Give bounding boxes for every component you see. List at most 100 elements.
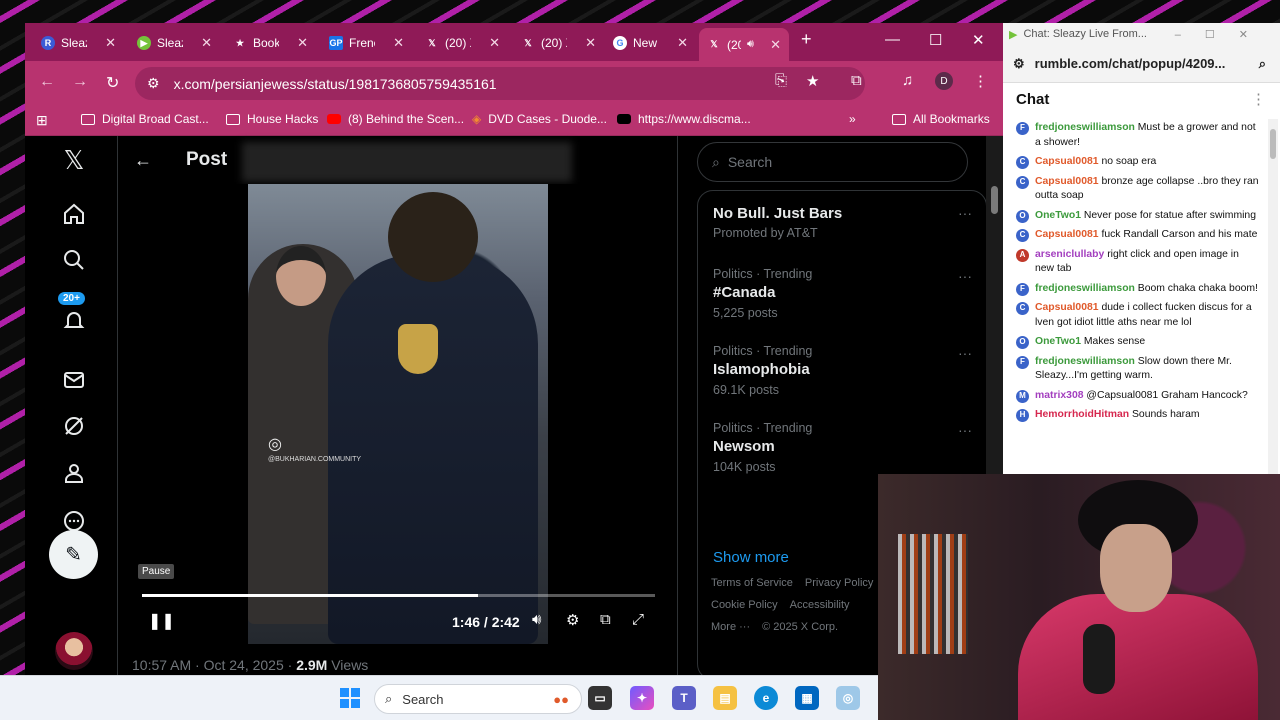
messages-envelope-icon[interactable] bbox=[60, 366, 88, 394]
chat-user-avatar[interactable]: M bbox=[1016, 389, 1029, 403]
tab-2[interactable]: ▶ Sleazy ✕ bbox=[129, 30, 220, 56]
search-input[interactable]: ⌕ Search bbox=[697, 142, 968, 182]
window-controls-icon[interactable]: –☐✕ bbox=[1175, 28, 1272, 41]
tab-8-active[interactable]: 𝕏 (20) X 🔊︎ ✕ bbox=[699, 28, 789, 61]
chat-username[interactable]: fredjoneswilliamson bbox=[1035, 122, 1135, 133]
trend-item[interactable]: Politics · Trending Newsom 104K posts bbox=[713, 421, 812, 474]
store-icon[interactable]: ▦ bbox=[795, 686, 819, 710]
close-tab-icon[interactable]: ✕ bbox=[393, 35, 404, 51]
close-tab-icon[interactable]: ✕ bbox=[489, 35, 500, 51]
close-tab-icon[interactable]: ✕ bbox=[770, 37, 781, 53]
taskbar-search-input[interactable]: ⌕ Search ●● bbox=[374, 684, 582, 714]
scrollbar-thumb[interactable] bbox=[991, 186, 998, 214]
chat-username[interactable]: Capsual0081 bbox=[1035, 176, 1099, 187]
tab-7[interactable]: G New Tab ✕ bbox=[605, 30, 696, 56]
settings-gear-icon[interactable]: ⚙︎ bbox=[566, 611, 579, 629]
trend-item[interactable]: Politics · Trending #Canada 5,225 posts bbox=[713, 267, 812, 320]
chat-user-avatar[interactable]: A bbox=[1016, 248, 1029, 262]
site-info-icon[interactable]: ⚙︎ bbox=[1013, 56, 1025, 72]
reload-icon[interactable]: ↻ bbox=[106, 73, 119, 93]
trend-item[interactable]: Politics · Trending Islamophobia 69.1K p… bbox=[713, 344, 812, 397]
bookmark-folder-digital[interactable]: Digital Broad Cast... bbox=[81, 112, 209, 126]
site-info-icon[interactable]: ⚙︎ bbox=[147, 75, 160, 92]
more-options-icon[interactable]: ··· bbox=[958, 422, 972, 438]
bookmark-star-icon[interactable]: ★ bbox=[806, 72, 819, 90]
more-options-icon[interactable]: ··· bbox=[958, 345, 972, 361]
chat-scrollbar[interactable] bbox=[1268, 119, 1278, 474]
new-tab-icon[interactable]: + bbox=[801, 29, 812, 50]
chat-username[interactable]: matrix308 bbox=[1035, 390, 1084, 401]
home-icon[interactable] bbox=[60, 200, 88, 228]
tab-3[interactable]: ★ Bookmarks ✕ bbox=[225, 30, 316, 56]
search-icon[interactable] bbox=[60, 246, 88, 274]
tab-5[interactable]: 𝕏 (20) X ✕ bbox=[417, 30, 508, 56]
chat-user-avatar[interactable]: H bbox=[1016, 409, 1029, 422]
notifications-bell-icon[interactable] bbox=[60, 306, 88, 334]
file-explorer-icon[interactable]: ▤ bbox=[713, 686, 737, 710]
footer-link[interactable]: More ··· bbox=[711, 621, 750, 633]
minimize-icon[interactable]: — bbox=[885, 31, 900, 48]
grok-icon[interactable] bbox=[60, 412, 88, 440]
windows-start-icon[interactable] bbox=[338, 686, 362, 710]
chat-user-avatar[interactable]: C bbox=[1016, 229, 1029, 242]
chat-username[interactable]: Capsual0081 bbox=[1035, 229, 1099, 240]
chat-user-avatar[interactable]: F bbox=[1016, 355, 1029, 369]
chat-username[interactable]: OneTwo1 bbox=[1035, 210, 1081, 221]
show-more-link[interactable]: Show more bbox=[713, 549, 789, 566]
chat-username[interactable]: fredjoneswilliamson bbox=[1035, 283, 1135, 294]
picture-in-picture-icon[interactable]: ⧉ bbox=[600, 611, 611, 628]
chat-menu-icon[interactable]: ⋮ bbox=[1251, 90, 1266, 108]
chat-user-avatar[interactable]: O bbox=[1016, 336, 1029, 349]
task-view-icon[interactable]: ▭ bbox=[588, 686, 612, 710]
back-arrow-icon[interactable]: ← bbox=[134, 150, 152, 171]
pause-icon[interactable]: ❚❚ bbox=[148, 611, 175, 631]
promoted-trend[interactable]: No Bull. Just Bars Promoted by AT&T bbox=[713, 205, 842, 240]
more-options-icon[interactable]: ··· bbox=[958, 205, 972, 221]
apps-grid-icon[interactable]: ⊞ bbox=[36, 112, 48, 129]
maximize-icon[interactable]: ☐ bbox=[929, 31, 942, 49]
copilot-icon[interactable]: ✦ bbox=[630, 686, 654, 710]
bookmark-folder-house-hacks[interactable]: House Hacks bbox=[226, 112, 318, 126]
footer-link[interactable]: Privacy Policy bbox=[805, 577, 873, 589]
tab-6[interactable]: 𝕏 (20) X ✕ bbox=[513, 30, 604, 56]
profile-icon[interactable]: D bbox=[935, 72, 953, 90]
footer-link[interactable]: Terms of Service bbox=[711, 577, 793, 589]
chat-username[interactable]: fredjoneswilliamson bbox=[1035, 356, 1135, 367]
forward-icon[interactable]: → bbox=[72, 73, 88, 91]
chat-scroll-thumb[interactable] bbox=[1270, 129, 1276, 159]
media-control-icon[interactable]: ♫ bbox=[902, 72, 913, 89]
bookmark-youtube[interactable]: (8) Behind the Scen... bbox=[327, 112, 464, 126]
chat-user-avatar[interactable]: O bbox=[1016, 209, 1029, 223]
tab-search-icon[interactable]: ⧉ bbox=[851, 72, 862, 89]
video-progress-bar[interactable] bbox=[142, 594, 655, 597]
fullscreen-icon[interactable]: ⤢ bbox=[632, 611, 644, 628]
tab-1[interactable]: R Sleazy ✕ bbox=[33, 30, 124, 56]
bookmark-dvd[interactable]: ◈ DVD Cases - Duode... bbox=[472, 112, 607, 126]
install-app-icon[interactable]: ⎘ bbox=[775, 72, 787, 89]
chat-username[interactable]: arseniclullaby bbox=[1035, 249, 1104, 260]
close-tab-icon[interactable]: ✕ bbox=[297, 35, 308, 51]
profile-person-icon[interactable] bbox=[60, 459, 88, 487]
close-tab-icon[interactable]: ✕ bbox=[585, 35, 596, 51]
close-window-icon[interactable]: ✕ bbox=[972, 31, 985, 49]
more-bookmarks-icon[interactable]: » bbox=[849, 112, 856, 126]
app-icon[interactable]: ◎ bbox=[836, 686, 860, 710]
chat-user-avatar[interactable]: F bbox=[1016, 122, 1029, 135]
chat-user-avatar[interactable]: C bbox=[1016, 175, 1029, 189]
menu-kebab-icon[interactable]: ⋮ bbox=[973, 72, 988, 90]
more-options-icon[interactable]: ··· bbox=[958, 268, 972, 284]
footer-link[interactable]: Cookie Policy bbox=[711, 599, 778, 611]
chat-user-avatar[interactable]: F bbox=[1016, 282, 1029, 296]
chat-username[interactable]: HemorrhoidHitman bbox=[1035, 409, 1129, 420]
edge-icon[interactable]: e bbox=[754, 686, 778, 710]
tab-4[interactable]: GP French ✕ bbox=[321, 30, 412, 56]
x-logo-icon[interactable]: 𝕏 bbox=[60, 145, 88, 175]
bookmark-discma[interactable]: https://www.discma... bbox=[617, 112, 751, 126]
video-player[interactable]: ◎ @BUKHARIAN.COMMUNITY Pause ❚❚ 1:46 / 2… bbox=[134, 184, 663, 644]
chat-user-avatar[interactable]: C bbox=[1016, 302, 1029, 315]
close-tab-icon[interactable]: ✕ bbox=[105, 35, 116, 51]
zoom-search-icon[interactable]: ⌕ bbox=[1259, 56, 1266, 72]
address-bar[interactable]: ⚙︎ x.com/persianjewess/status/1981736805… bbox=[135, 67, 865, 100]
chat-user-avatar[interactable]: C bbox=[1016, 156, 1029, 169]
chat-username[interactable]: OneTwo1 bbox=[1035, 336, 1081, 347]
